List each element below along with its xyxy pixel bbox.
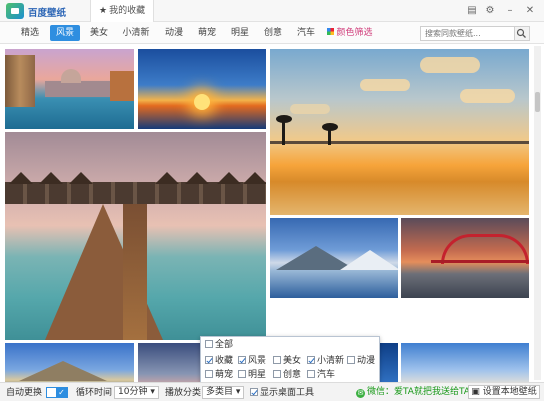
checkbox	[307, 370, 315, 378]
auto-change-toggle[interactable]: ✓	[46, 387, 68, 398]
tab-featured[interactable]: 精选	[16, 25, 44, 41]
checkbox	[250, 388, 258, 396]
option-anime[interactable]: 动漫	[347, 356, 375, 367]
play-category-label: 播放分类	[165, 388, 202, 398]
image-icon: ▣	[471, 387, 480, 397]
wechat-icon: ✉	[356, 389, 365, 398]
cycle-time-select[interactable]: 10分钟 ▾	[114, 386, 159, 399]
checkbox	[347, 356, 355, 364]
option-label: 全部	[215, 340, 234, 350]
close-icon[interactable]: ✕	[522, 3, 538, 19]
check-icon: ✓	[56, 388, 67, 397]
checkbox	[205, 370, 213, 378]
chevron-down-icon: ▾	[235, 387, 241, 397]
option-favorites[interactable]: 收藏	[205, 356, 233, 367]
wallpaper-thumb-alpine-lake[interactable]	[5, 343, 134, 382]
option-label: 小清新	[317, 356, 345, 366]
checkbox	[273, 356, 281, 364]
category-select[interactable]: 多类目 ▾	[202, 386, 245, 399]
bottom-bar: 自动更换 ✓ 循环时间 10分钟 ▾ 播放分类 多类目 ▾ 显示桌面工具 ✉ 微信…	[0, 382, 544, 401]
palette-icon	[327, 28, 335, 35]
auto-change-label: 自动更换	[6, 388, 43, 398]
cycle-time-label: 循环时间	[76, 388, 113, 398]
checkbox	[307, 356, 315, 364]
set-local-wallpaper-button[interactable]: ▣ 设置本地壁纸	[468, 385, 540, 399]
option-label: 收藏	[215, 356, 234, 366]
tab-pets[interactable]: 萌宠	[193, 25, 221, 41]
option-stars[interactable]: 明星	[238, 370, 266, 381]
color-filter-label: 颜色筛选	[336, 28, 373, 38]
wallpaper-thumb-red-bridge[interactable]	[401, 218, 529, 298]
cycle-time-value: 10分钟	[118, 387, 148, 397]
option-creative[interactable]: 创意	[273, 370, 301, 381]
minimize-icon[interactable]: –	[502, 3, 518, 19]
option-label: 风景	[248, 356, 267, 366]
color-filter[interactable]: 颜色筛选	[324, 25, 376, 41]
category-nav: 精选 风景 美女 小清新 动漫 萌宠 明星 创意 汽车 颜色筛选	[0, 22, 544, 44]
wallpaper-thumb-harbor-town[interactable]	[401, 343, 529, 382]
option-scenery[interactable]: 风景	[238, 356, 266, 367]
wallpaper-thumb-sunset[interactable]	[138, 49, 266, 129]
gallery-scrollbar[interactable]	[534, 46, 541, 380]
option-pets[interactable]: 萌宠	[205, 370, 233, 381]
wallpaper-thumb-overwater-pier[interactable]	[5, 132, 266, 340]
option-label: 汽车	[317, 370, 336, 380]
message-icon[interactable]: ▤	[464, 3, 480, 19]
tab-stars[interactable]: 明星	[226, 25, 254, 41]
wallpaper-thumb-venice[interactable]	[5, 49, 134, 129]
tab-anime[interactable]: 动漫	[160, 25, 188, 41]
show-desktop-tool-label: 显示桌面工具	[260, 388, 315, 398]
option-label: 动漫	[357, 356, 376, 366]
search-box	[420, 26, 530, 41]
promo-link[interactable]: ✉ 微信：爱TA就把我送给TA！	[356, 386, 479, 399]
option-label: 明星	[248, 370, 267, 380]
category-popup: 全部 收藏 风景 美女 小清新 动漫 萌宠 明星 创意 汽车	[200, 336, 380, 384]
app-title: 百度壁纸	[28, 8, 67, 19]
tab-creative[interactable]: 创意	[259, 25, 287, 41]
option-cars[interactable]: 汽车	[307, 370, 335, 381]
promo-text: 微信：爱TA就把我送给TA！	[367, 387, 479, 397]
option-fresh[interactable]: 小清新	[307, 356, 344, 367]
checkbox	[205, 340, 213, 348]
show-desktop-tool[interactable]: 显示桌面工具	[250, 387, 314, 399]
tab-cars[interactable]: 汽车	[292, 25, 320, 41]
wallpaper-gallery	[0, 44, 544, 382]
tab-beauty[interactable]: 美女	[85, 25, 113, 41]
option-label: 美女	[283, 356, 302, 366]
checkbox	[273, 370, 281, 378]
wallpaper-thumb-tropical-sunset[interactable]	[270, 49, 529, 215]
checkbox	[238, 370, 246, 378]
tab-favorites[interactable]: ★ 我的收藏	[90, 0, 155, 22]
star-icon: ★	[99, 6, 108, 16]
tab-scenery[interactable]: 风景	[50, 25, 80, 41]
option-beauty[interactable]: 美女	[273, 356, 301, 367]
scrollbar-thumb[interactable]	[535, 92, 540, 112]
app-logo-icon	[6, 3, 24, 19]
title-bar: 百度壁纸 ★ 我的收藏 ▤ ⚙ – ✕	[0, 0, 544, 22]
option-select-all[interactable]: 全部	[205, 340, 233, 351]
favorites-tab-label: 我的收藏	[109, 6, 146, 16]
wallpaper-thumb-mountain-lake[interactable]	[270, 218, 398, 298]
set-local-wallpaper-label: 设置本地壁纸	[482, 387, 537, 397]
option-label: 创意	[283, 370, 302, 380]
search-icon	[516, 28, 526, 38]
category-select-value: 多类目	[206, 387, 234, 397]
search-button[interactable]	[514, 27, 529, 40]
chevron-down-icon: ▾	[150, 387, 155, 397]
search-input[interactable]	[421, 27, 511, 40]
tab-fresh[interactable]: 小清新	[118, 25, 154, 41]
gear-icon[interactable]: ⚙	[482, 3, 498, 19]
checkbox	[205, 356, 213, 364]
option-label: 萌宠	[215, 370, 234, 380]
checkbox	[238, 356, 246, 364]
